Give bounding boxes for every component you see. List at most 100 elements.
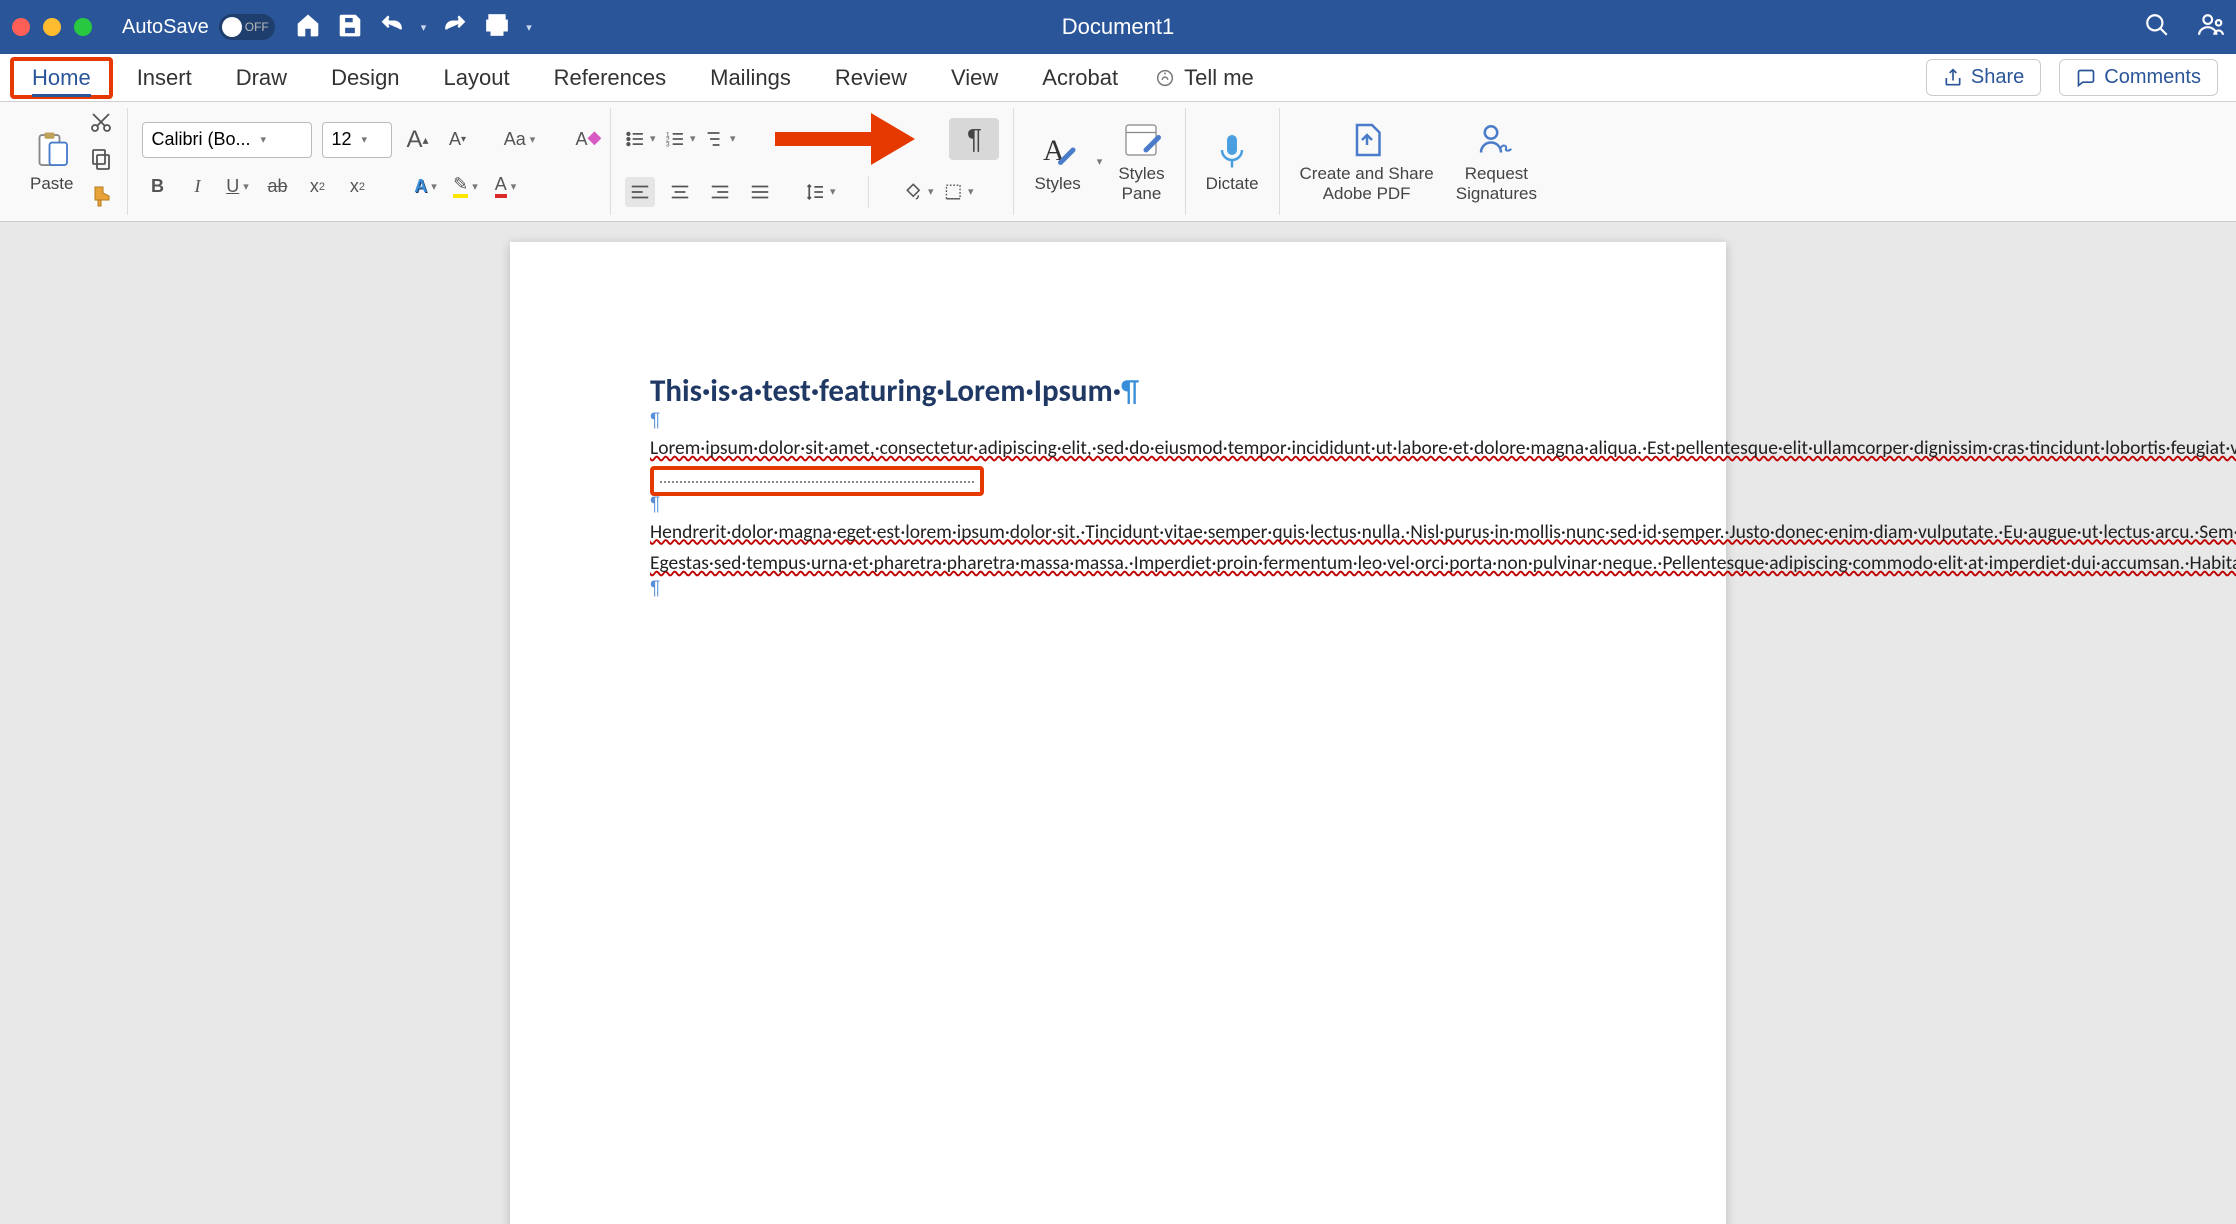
clear-formatting-icon[interactable]: A◆ bbox=[566, 125, 596, 155]
shading-icon[interactable] bbox=[903, 177, 933, 207]
tab-review[interactable]: Review bbox=[813, 57, 929, 99]
paragraph-1[interactable]: Lorem·ipsum·dolor·sit·amet,·consectetur·… bbox=[650, 434, 1586, 494]
styles-dropdown-icon[interactable]: ▾ bbox=[1097, 155, 1103, 168]
title-bar: AutoSave OFF ▾ ▾ Document1 bbox=[0, 0, 2236, 54]
italic-button[interactable]: I bbox=[182, 172, 212, 202]
empty-paragraph-mark-3: ¶ bbox=[650, 578, 1586, 600]
ribbon-right-actions: Share Comments bbox=[1926, 59, 2228, 96]
adobe-label2: Adobe PDF bbox=[1323, 184, 1411, 204]
p1-text: Lorem·ipsum·dolor·sit·amet,·consectetur·… bbox=[650, 436, 2236, 460]
ribbon-tabs: Home Insert Draw Design Layout Reference… bbox=[0, 54, 2236, 102]
tell-me-label: Tell me bbox=[1184, 65, 1254, 91]
request-signatures-button[interactable]: Request Signatures bbox=[1450, 120, 1543, 204]
superscript-button[interactable]: x2 bbox=[342, 172, 372, 202]
page[interactable]: This·is·a·test·featuring·Lorem·Ipsum·¶ ¶… bbox=[510, 242, 1726, 1224]
ribbon: Paste Calibri (Bo...▾ 12▾ A▴ A▾ Aa A◆ bbox=[0, 102, 2236, 222]
search-icon[interactable] bbox=[2144, 12, 2170, 43]
group-clipboard: Paste bbox=[10, 108, 128, 215]
borders-icon[interactable] bbox=[943, 177, 973, 207]
titlebar-right bbox=[2144, 12, 2224, 43]
paragraph-3[interactable]: Egestas·sed·tempus·urna·et·pharetra·phar… bbox=[650, 549, 1586, 578]
group-adobe: Create and Share Adobe PDF Request Signa… bbox=[1280, 108, 1557, 215]
bullets-icon[interactable] bbox=[625, 124, 655, 154]
comments-button[interactable]: Comments bbox=[2059, 59, 2218, 96]
group-dictate: Dictate bbox=[1186, 108, 1280, 215]
align-center-icon[interactable] bbox=[665, 177, 695, 207]
tab-design[interactable]: Design bbox=[309, 57, 421, 99]
cut-icon[interactable] bbox=[89, 110, 113, 139]
dictate-button[interactable]: Dictate bbox=[1200, 130, 1265, 194]
strikethrough-button[interactable]: ab bbox=[262, 172, 292, 202]
undo-icon[interactable] bbox=[379, 12, 405, 43]
tab-draw[interactable]: Draw bbox=[214, 57, 309, 99]
redo-icon[interactable] bbox=[442, 12, 468, 43]
save-icon[interactable] bbox=[337, 12, 363, 43]
tab-references[interactable]: References bbox=[532, 57, 689, 99]
heading[interactable]: This·is·a·test·featuring·Lorem·Ipsum·¶ bbox=[650, 372, 1586, 410]
tab-layout[interactable]: Layout bbox=[422, 57, 532, 99]
styles-pane-label1: Styles bbox=[1118, 164, 1164, 184]
paste-label: Paste bbox=[30, 174, 73, 194]
tab-view[interactable]: View bbox=[929, 57, 1020, 99]
underline-button[interactable]: U bbox=[222, 172, 252, 202]
tab-acrobat[interactable]: Acrobat bbox=[1020, 57, 1140, 99]
dictate-label: Dictate bbox=[1206, 174, 1259, 194]
numbering-icon[interactable]: 123 bbox=[665, 124, 695, 154]
home-icon[interactable] bbox=[295, 12, 321, 43]
font-size-select[interactable]: 12▾ bbox=[322, 122, 392, 158]
paragraph-2[interactable]: Hendrerit·dolor·magna·eget·est·lorem·ips… bbox=[650, 518, 1586, 547]
line-spacing-icon[interactable] bbox=[805, 177, 835, 207]
group-styles: A Styles ▾ Styles Pane bbox=[1014, 108, 1185, 215]
minimize-window-button[interactable] bbox=[43, 18, 61, 36]
tell-me-button[interactable]: Tell me bbox=[1154, 65, 1254, 91]
document-title: Document1 bbox=[1062, 14, 1175, 40]
p2-text: Hendrerit·dolor·magna·eget·est·lorem·ips… bbox=[650, 520, 2236, 544]
empty-paragraph-mark: ¶ bbox=[650, 410, 1586, 432]
grow-font-icon[interactable]: A▴ bbox=[402, 125, 432, 155]
format-painter-icon[interactable] bbox=[89, 184, 113, 213]
justify-icon[interactable] bbox=[745, 177, 775, 207]
document-canvas[interactable]: This·is·a·test·featuring·Lorem·Ipsum·¶ ¶… bbox=[0, 222, 2236, 1224]
undo-dropdown-icon[interactable]: ▾ bbox=[421, 21, 427, 34]
tab-home[interactable]: Home bbox=[10, 57, 113, 99]
tab-insert[interactable]: Insert bbox=[115, 57, 214, 99]
bold-button[interactable]: B bbox=[142, 172, 172, 202]
qat-more-icon[interactable]: ▾ bbox=[526, 21, 532, 34]
styles-pane-button[interactable]: Styles Pane bbox=[1112, 120, 1170, 204]
group-font: Calibri (Bo...▾ 12▾ A▴ A▾ Aa A◆ B I U ab… bbox=[128, 108, 611, 215]
text-effects-icon[interactable]: A bbox=[410, 172, 440, 202]
account-icon[interactable] bbox=[2198, 12, 2224, 43]
toggle-knob bbox=[222, 17, 242, 37]
tab-mailings[interactable]: Mailings bbox=[688, 57, 813, 99]
share-button[interactable]: Share bbox=[1926, 59, 2041, 96]
copy-icon[interactable] bbox=[89, 147, 113, 176]
pilcrow-icon: ¶ bbox=[1121, 372, 1139, 410]
subscript-button[interactable]: x2 bbox=[302, 172, 332, 202]
share-label: Share bbox=[1971, 66, 2024, 89]
autosave-control[interactable]: AutoSave OFF bbox=[122, 14, 275, 40]
align-right-icon[interactable] bbox=[705, 177, 735, 207]
paste-button[interactable]: Paste bbox=[24, 130, 79, 194]
shrink-font-icon[interactable]: A▾ bbox=[442, 125, 472, 155]
change-case-icon[interactable]: Aa bbox=[504, 125, 534, 155]
font-color-icon[interactable]: A bbox=[490, 172, 520, 202]
p3-text: Egestas·sed·tempus·urna·et·pharetra·phar… bbox=[650, 551, 2236, 575]
font-size-value: 12 bbox=[331, 129, 351, 150]
sig-label2: Signatures bbox=[1456, 184, 1537, 204]
create-share-pdf-button[interactable]: Create and Share Adobe PDF bbox=[1294, 120, 1440, 204]
empty-paragraph-mark-2: ¶ bbox=[650, 494, 1586, 516]
svg-text:3: 3 bbox=[666, 141, 670, 148]
align-left-icon[interactable] bbox=[625, 177, 655, 207]
styles-pane-label2: Pane bbox=[1122, 184, 1162, 204]
fullscreen-window-button[interactable] bbox=[74, 18, 92, 36]
show-hide-paragraph-marks-button[interactable]: ¶ bbox=[949, 118, 999, 160]
autosave-toggle[interactable]: OFF bbox=[219, 14, 275, 40]
font-name-value: Calibri (Bo... bbox=[151, 129, 250, 150]
styles-button[interactable]: A Styles bbox=[1028, 130, 1086, 194]
highlight-color-icon[interactable]: ✎ bbox=[450, 172, 480, 202]
multilevel-list-icon[interactable] bbox=[705, 124, 735, 154]
font-name-select[interactable]: Calibri (Bo...▾ bbox=[142, 122, 312, 158]
print-icon[interactable] bbox=[484, 12, 510, 43]
close-window-button[interactable] bbox=[12, 18, 30, 36]
heading-text: This·is·a·test·featuring·Lorem·Ipsum· bbox=[650, 372, 1121, 410]
